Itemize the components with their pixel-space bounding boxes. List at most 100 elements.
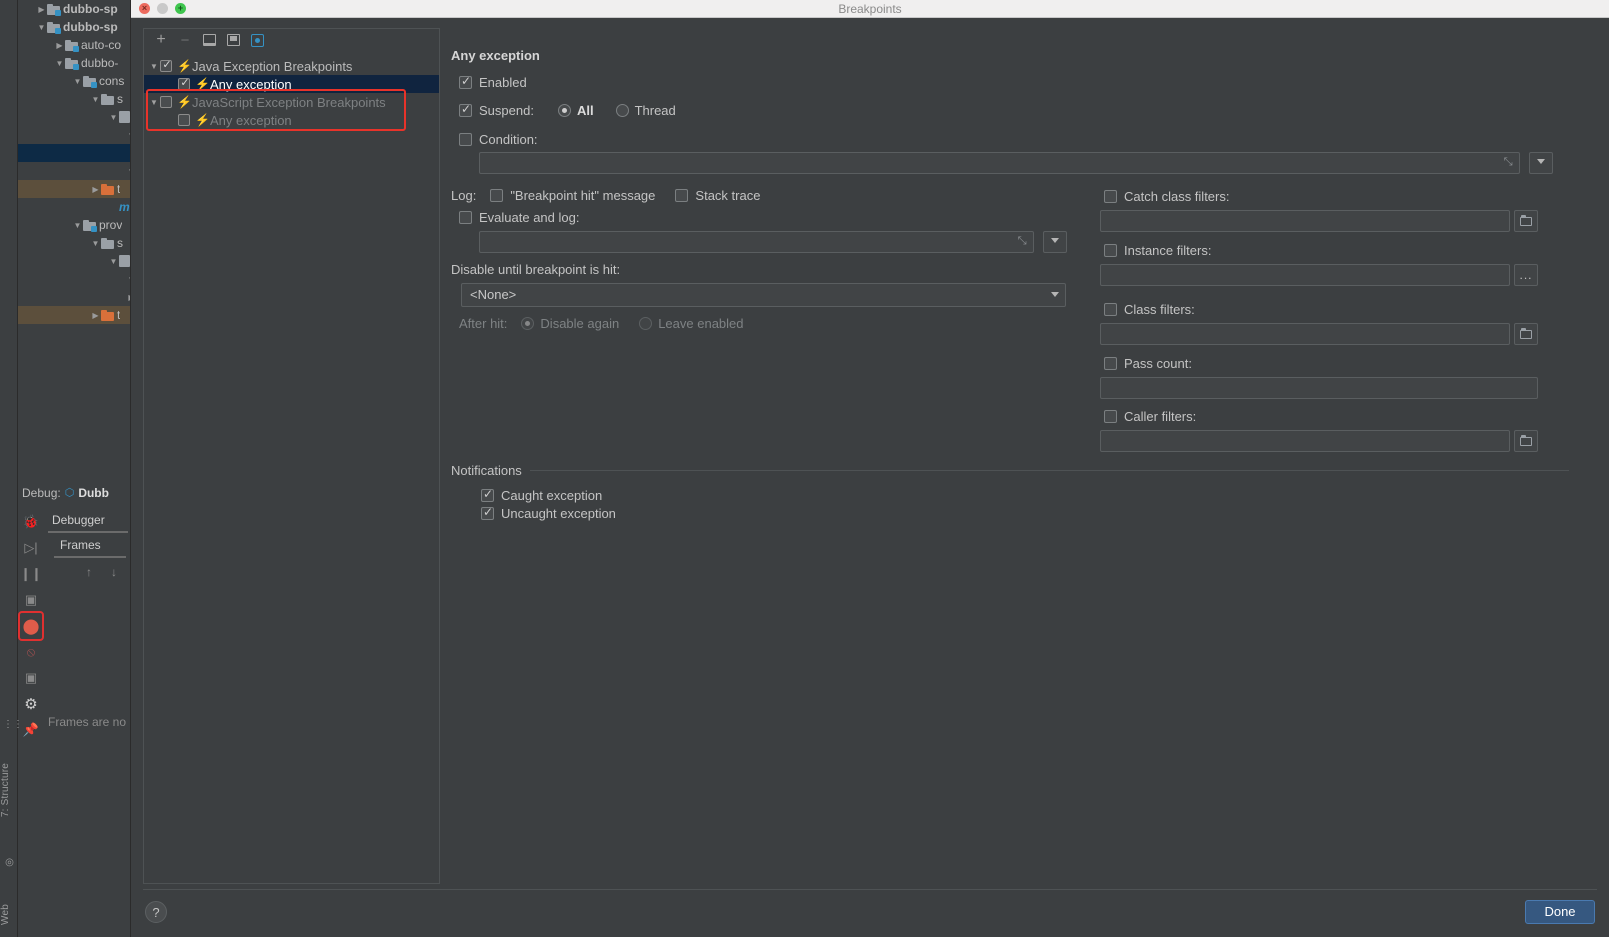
project-tree-row[interactable]: ▶ — [18, 288, 132, 306]
enabled-checkbox[interactable] — [459, 73, 473, 89]
resume-icon[interactable]: ▷| — [20, 535, 42, 561]
condition-input[interactable]: ⤢ — [479, 152, 1520, 174]
caught-exception-row[interactable]: Caught exception — [481, 486, 602, 503]
pass-count-checkbox[interactable] — [1104, 357, 1117, 370]
chevron-right-icon[interactable]: ▶ — [54, 41, 65, 50]
project-tree-row[interactable]: ▼ dubbo- — [18, 54, 132, 72]
camera-icon[interactable]: ▣ — [20, 665, 42, 691]
bug-icon[interactable]: 🐞 — [20, 509, 42, 535]
breakpoint-enabled-checkbox[interactable] — [160, 96, 172, 108]
evaluate-and-log-input[interactable]: ⤢ — [479, 231, 1034, 253]
group-folder-icon[interactable] — [200, 31, 218, 49]
caller-filters-row[interactable]: Caller filters: — [1104, 409, 1196, 424]
breakpoint-hit-message-checkbox[interactable] — [490, 189, 504, 202]
evaluate-and-log-row[interactable]: Evaluate and log: — [459, 210, 579, 225]
stack-trace-checkbox[interactable] — [675, 189, 689, 202]
class-filters-input[interactable] — [1100, 323, 1510, 345]
breakpoint-enabled-checkbox[interactable] — [178, 76, 191, 90]
instance-filters-ellipsis-button[interactable]: ... — [1514, 264, 1538, 286]
breakpoint-enabled-checkbox[interactable] — [178, 114, 190, 126]
sidebar-item-web[interactable]: Web — [0, 904, 18, 925]
suspend-checkbox[interactable] — [459, 101, 473, 117]
caller-filters-checkbox[interactable] — [1104, 410, 1117, 423]
breakpoint-enabled-checkbox[interactable] — [160, 58, 173, 72]
suspend-row[interactable]: Suspend: All Thread — [459, 101, 676, 118]
filter-icon[interactable] — [248, 31, 266, 49]
chevron-down-icon[interactable]: ▼ — [90, 95, 101, 104]
catch-class-filters-input[interactable] — [1100, 210, 1510, 232]
uncaught-exception-row[interactable]: Uncaught exception — [481, 504, 616, 521]
instance-filters-checkbox[interactable] — [1104, 244, 1117, 257]
pass-count-row[interactable]: Pass count: — [1104, 356, 1192, 371]
chevron-right-icon[interactable]: ▶ — [90, 185, 101, 194]
frames-down-icon[interactable]: ↓ — [111, 565, 117, 579]
evaluate-and-log-history-dropdown[interactable] — [1043, 231, 1067, 253]
uncaught-exception-checkbox[interactable] — [481, 504, 495, 520]
chevron-down-icon[interactable]: ▼ — [148, 62, 160, 71]
evaluate-and-log-checkbox[interactable] — [459, 211, 472, 224]
add-breakpoint-icon[interactable]: + — [152, 31, 170, 49]
chevron-down-icon[interactable]: ▼ — [90, 239, 101, 248]
project-tree-row[interactable]: ▼ — [18, 162, 132, 180]
chevron-down-icon[interactable]: ▼ — [108, 113, 119, 122]
view-breakpoints-icon[interactable]: ⬤ — [18, 611, 44, 641]
enabled-row[interactable]: Enabled — [459, 73, 527, 90]
log-row[interactable]: Log: "Breakpoint hit" message Stack trac… — [451, 188, 760, 203]
project-tree-row[interactable]: ▼ s — [18, 234, 132, 252]
tab-frames[interactable]: Frames — [60, 538, 101, 552]
condition-checkbox[interactable] — [459, 133, 472, 146]
chevron-down-icon[interactable]: ▼ — [36, 23, 47, 32]
project-tree-row[interactable]: ▶ auto-co — [18, 36, 132, 54]
project-tree-row[interactable]: ▶ t — [18, 180, 132, 198]
chevron-down-icon[interactable]: ▼ — [54, 59, 65, 68]
pin-icon[interactable]: 📌 — [20, 717, 42, 743]
project-tree-row[interactable]: ▼ — [18, 270, 132, 288]
settings-gear-icon[interactable]: ⚙ — [20, 691, 42, 717]
pass-count-input[interactable] — [1100, 377, 1538, 399]
project-tree-row[interactable]: ▼ cons — [18, 72, 132, 90]
web-icon[interactable]: ◎ — [3, 856, 16, 869]
suspend-all-radio[interactable] — [557, 104, 571, 117]
project-tree-row[interactable]: mp — [18, 198, 132, 216]
mute-breakpoints-icon[interactable]: ⦸ — [20, 639, 42, 665]
expand-editor-icon[interactable]: ⤢ — [1018, 235, 1027, 248]
chevron-down-icon[interactable]: ▼ — [72, 77, 83, 86]
project-tree-row[interactable]: ▶ dubbo-sp — [18, 0, 132, 18]
chevron-down-icon[interactable]: ▼ — [108, 257, 119, 266]
breakpoint-tree-row[interactable]: ▼ ⚡Java Exception Breakpoints — [144, 57, 439, 75]
class-filters-checkbox[interactable] — [1104, 303, 1117, 316]
project-tree-row[interactable]: ▼ — [18, 108, 132, 126]
caller-filters-browse-button[interactable] — [1514, 430, 1538, 452]
breakpoints-toolbar[interactable]: + − — [144, 29, 439, 51]
move-breakpoint-icon[interactable] — [224, 31, 242, 49]
project-tree-row[interactable]: ▼ prov — [18, 216, 132, 234]
class-filters-row[interactable]: Class filters: — [1104, 302, 1195, 317]
caller-filters-input[interactable] — [1100, 430, 1510, 452]
disable-until-dropdown[interactable]: <None> — [461, 283, 1066, 307]
instance-filters-row[interactable]: Instance filters: — [1104, 243, 1211, 258]
project-tree-row[interactable]: ▼ — [18, 252, 132, 270]
project-tree-row[interactable] — [18, 144, 132, 162]
breakpoints-tree[interactable]: ▼⚡Java Exception Breakpoints⚡Any excepti… — [144, 51, 439, 883]
project-tree-row[interactable]: ▼ dubbo-sp — [18, 18, 132, 36]
frames-up-icon[interactable]: ↑ — [86, 565, 92, 579]
breakpoint-tree-row[interactable]: ▼ ⚡ JavaScript Exception Breakpoints — [144, 93, 439, 111]
chevron-right-icon[interactable]: ▶ — [36, 5, 47, 14]
suspend-thread-radio[interactable] — [615, 104, 629, 117]
pause-icon[interactable]: ❙❙ — [20, 561, 42, 587]
chevron-down-icon[interactable]: ▼ — [72, 221, 83, 230]
project-tree-row[interactable]: ▼ — [18, 126, 132, 144]
structure-icon[interactable]: ⋮⋮ — [3, 718, 23, 731]
catch-class-filters-browse-button[interactable] — [1514, 210, 1538, 232]
caught-exception-checkbox[interactable] — [481, 486, 495, 502]
breakpoint-tree-row-selected[interactable]: ⚡Any exception — [144, 75, 439, 93]
chevron-down-icon[interactable]: ▼ — [148, 98, 160, 107]
chevron-right-icon[interactable]: ▶ — [90, 311, 101, 320]
sidebar-item-structure[interactable]: 7: Structure — [0, 763, 18, 817]
instance-filters-input[interactable] — [1100, 264, 1510, 286]
debugger-side-toolbar[interactable]: 🐞 ▷| ❙❙ ▣ ⬤ ⦸ ▣ ⚙ 📌 — [18, 505, 44, 937]
project-tree-row[interactable]: ▶ t — [18, 306, 132, 324]
project-tree[interactable]: ▶ dubbo-sp ▼ dubbo-sp ▶ auto-co ▼ dubbo- ▼ cons ▼ s… — [18, 0, 132, 480]
expand-editor-icon[interactable]: ⤢ — [1504, 156, 1513, 169]
tab-debugger[interactable]: Debugger — [52, 513, 105, 527]
